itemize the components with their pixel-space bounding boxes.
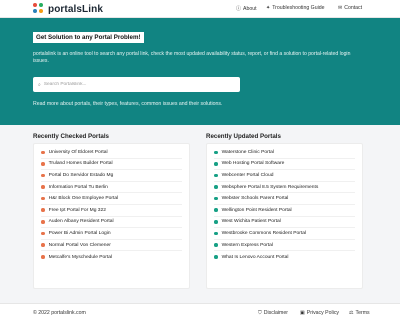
gavel-icon: ⚖	[349, 310, 354, 316]
footer-disclaimer-link[interactable]: ⛉ Disclaimer	[258, 310, 288, 316]
list-item[interactable]: Free Ipt Portal For Mg 322	[41, 205, 182, 217]
bullet-dot-icon	[41, 196, 45, 201]
recently-updated-list: Waterstone Clinic Portal Web Hosting Por…	[206, 143, 363, 289]
footer: © 2022 portalslink.com ⛉ Disclaimer ▣ Pr…	[0, 303, 400, 322]
footer-terms-label: Terms	[355, 310, 370, 316]
list-item[interactable]: Power Bi Admin Portal Login	[41, 228, 182, 240]
recently-updated-title: Recently Updated Portals	[206, 133, 281, 140]
list-item[interactable]: H&r Block One Employee Portal	[41, 193, 182, 205]
bullet-dot-icon	[41, 220, 45, 224]
nav-contact-label: Contact	[344, 5, 363, 11]
list-item-label: Power Bi Admin Portal Login	[48, 230, 111, 236]
bullet-dot-icon	[41, 173, 45, 178]
bullet-dot-icon	[214, 220, 218, 224]
lock-icon: ▣	[300, 310, 305, 316]
bullet-dot-icon	[41, 162, 45, 166]
bullet-dot-icon	[214, 150, 218, 155]
nav-troubleshooting-label: Troubleshooting Guide	[272, 5, 325, 11]
recently-checked-list: University Of Eldoret Portal Truland Hom…	[33, 143, 190, 289]
hero-description: portalslink is an online tool to search …	[33, 51, 351, 65]
bullet-dot-icon	[41, 150, 45, 155]
logo-dots-icon	[33, 3, 45, 15]
list-item-label: University Of Eldoret Portal	[48, 149, 108, 155]
list-item[interactable]: Webster Schools Parent Portal	[214, 193, 355, 205]
bullet-dot-icon	[41, 255, 45, 259]
bullet-dot-icon	[41, 185, 45, 189]
list-item[interactable]: Portal Do Servidor Estado Mg	[41, 170, 182, 182]
list-item[interactable]: Normal Portal Von Clemener	[41, 240, 182, 252]
bullet-dot-icon	[214, 185, 218, 189]
footer-privacy-link[interactable]: ▣ Privacy Policy	[300, 310, 339, 316]
bullet-dot-icon	[214, 255, 218, 259]
lightbulb-icon: ✦	[266, 5, 271, 11]
list-item-label: Waterstone Clinic Portal	[221, 149, 274, 155]
list-item-label: Westbrooke Commons Resident Portal	[221, 230, 307, 236]
copyright-text: © 2022 portalslink.com	[33, 310, 86, 316]
list-item-label: Webcenter Portal Cloud	[221, 172, 274, 178]
hero-title: Get Solution to any Portal Problem!	[33, 32, 144, 43]
list-item[interactable]: Waterstone Clinic Portal	[214, 147, 355, 159]
list-item[interactable]: Truland Homes Builder Portal	[41, 159, 182, 171]
list-item-label: Metcalfe's Myschedule Portal	[48, 254, 113, 260]
list-item-label: Web Hosting Portal Software	[221, 161, 285, 167]
top-navbar: portalsLink ⓘ About ✦ Troubleshooting Gu…	[0, 0, 400, 18]
list-item[interactable]: Western Express Portal	[214, 240, 355, 252]
list-item-label: Information Portal Tu Berlin	[48, 184, 108, 190]
list-item-label: Free Ipt Portal For Mg 322	[48, 207, 106, 213]
list-item[interactable]: University Of Eldoret Portal	[41, 147, 182, 159]
list-item[interactable]: Westbrooke Commons Resident Portal	[214, 228, 355, 240]
bullet-dot-icon	[41, 208, 45, 213]
footer-disclaimer-label: Disclaimer	[263, 310, 288, 316]
bullet-dot-icon	[41, 243, 45, 247]
list-item[interactable]: Metcalfe's Myschedule Portal	[41, 251, 182, 263]
nav-about-label: About	[243, 5, 257, 12]
list-item[interactable]: West Wichita Patient Portal	[214, 217, 355, 229]
shield-icon: ⛉	[258, 310, 262, 316]
list-item[interactable]: Wellington Point Resident Portal	[214, 205, 355, 217]
nav-about[interactable]: ⓘ About	[236, 5, 257, 13]
list-item-label: Wellington Point Resident Portal	[221, 207, 292, 213]
info-circle-icon: ⓘ	[236, 6, 242, 12]
list-item-label: Websphere Portal 8.5 System Requirements	[221, 184, 319, 190]
list-item[interactable]: What Is Lenovo Account Portal	[214, 251, 355, 263]
list-item-label: Western Express Portal	[221, 242, 273, 248]
bullet-dot-icon	[214, 162, 218, 166]
envelope-icon: ✉	[338, 5, 343, 11]
footer-privacy-label: Privacy Policy	[306, 310, 340, 316]
list-item-label: Portal Do Servidor Estado Mg	[48, 172, 114, 178]
site-logo[interactable]: portalsLink	[33, 3, 103, 15]
list-item-label: Webster Schools Parent Portal	[221, 196, 289, 202]
hero-section: Get Solution to any Portal Problem! port…	[0, 18, 400, 125]
bullet-dot-icon	[214, 196, 218, 201]
list-item-label: West Wichita Patient Portal	[221, 219, 281, 225]
list-item-label: What Is Lenovo Account Portal	[221, 254, 289, 260]
bullet-dot-icon	[214, 208, 218, 213]
list-item[interactable]: Information Portal Tu Berlin	[41, 182, 182, 194]
bullet-dot-icon	[214, 173, 218, 178]
list-item-label: Normal Portal Von Clemener	[48, 242, 111, 248]
list-item[interactable]: Webcenter Portal Cloud	[214, 170, 355, 182]
search-icon: ⌕	[38, 81, 41, 88]
nav-contact[interactable]: ✉ Contact	[338, 5, 362, 11]
recently-checked-title: Recently Checked Portals	[33, 133, 109, 140]
bullet-dot-icon	[214, 243, 218, 247]
list-item[interactable]: Web Hosting Portal Software	[214, 159, 355, 171]
bullet-dot-icon	[41, 231, 45, 236]
site-name: portalsLink	[48, 3, 103, 15]
list-item-label: H&r Block One Employee Portal	[48, 196, 119, 202]
nav-troubleshooting-guide[interactable]: ✦ Troubleshooting Guide	[266, 5, 325, 11]
list-item-label: Auden Albany Resident Portal	[48, 219, 114, 225]
list-item[interactable]: Websphere Portal 8.5 System Requirements	[214, 182, 355, 194]
list-item[interactable]: Auden Albany Resident Portal	[41, 217, 182, 229]
list-item-label: Truland Homes Builder Portal	[48, 161, 113, 167]
bullet-dot-icon	[214, 231, 218, 236]
search-input[interactable]	[43, 82, 224, 87]
hero-read-more-link[interactable]: Read more about portals, their types, fe…	[33, 101, 222, 107]
search-box[interactable]: ⌕	[33, 77, 240, 92]
footer-terms-link[interactable]: ⚖ Terms	[349, 310, 370, 316]
